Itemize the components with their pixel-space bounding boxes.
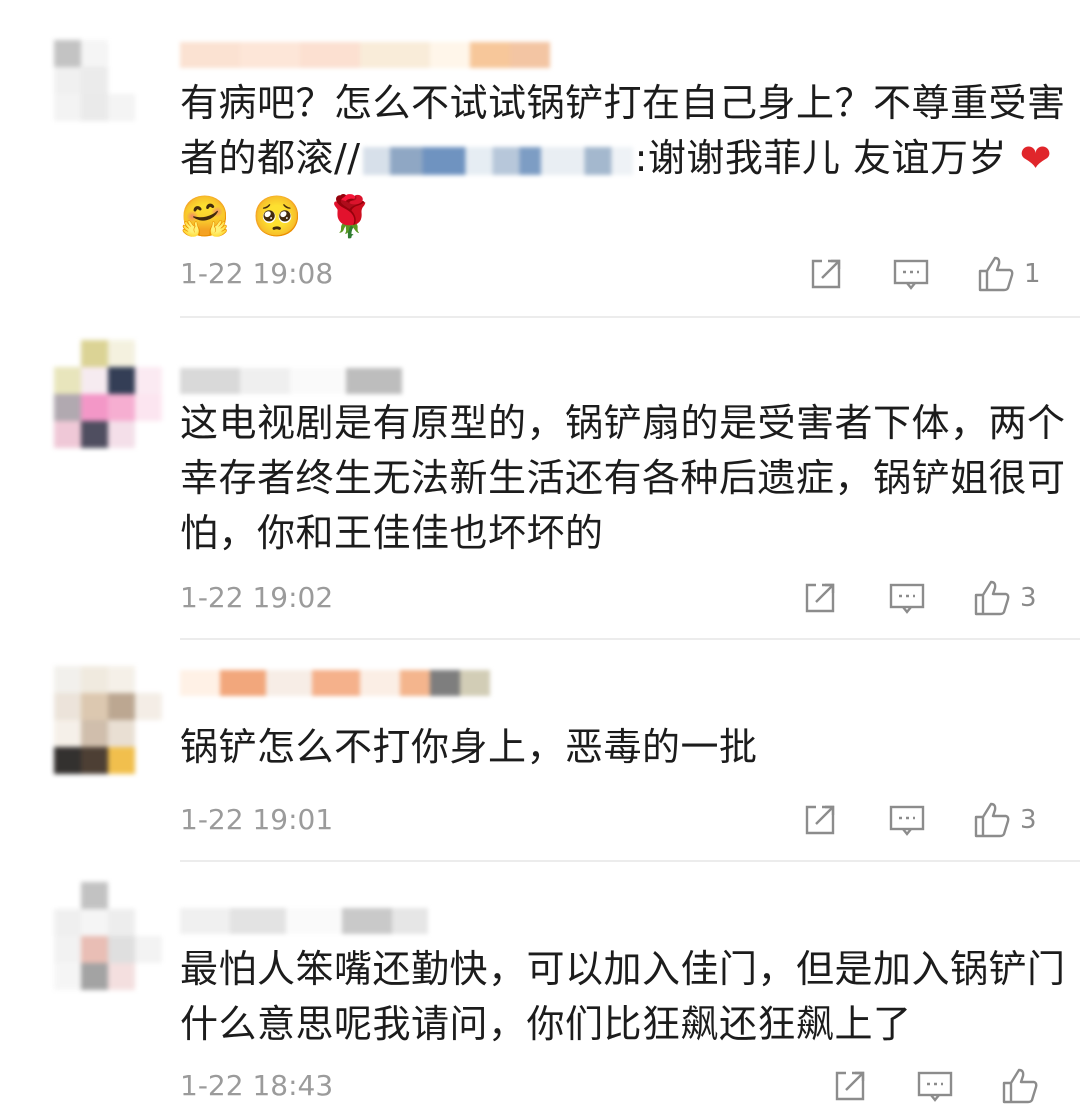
repost-prefix: 者的都滚//	[180, 136, 361, 180]
share-icon	[805, 805, 835, 835]
share-button[interactable]	[802, 800, 838, 840]
rose-emoji-icon: 🌹	[324, 194, 375, 240]
comment-button[interactable]	[916, 1066, 954, 1106]
comment-text-line: 有病吧？怎么不试试锅铲打在自己身上？不尊重受害	[180, 81, 1066, 125]
like-count: 3	[1020, 583, 1037, 613]
like-button[interactable]: 3	[972, 800, 1037, 840]
comment-text: 最怕人笨嘴还勤快，可以加入佳门，但是加入锅铲门 什么意思呢我请问，你们比狂飙还狂…	[180, 942, 1066, 1052]
username[interactable]	[180, 670, 490, 696]
comment-item: 这电视剧是有原型的，锅铲扇的是受害者下体，两个 幸存者终生无法新生活还有各种后遗…	[0, 318, 1080, 640]
comment-text-line: 者的都滚// :谢谢我菲儿 友谊万岁 ❤	[180, 131, 1060, 186]
hug-emoji-icon: 🤗	[180, 194, 231, 240]
comment-icon	[889, 805, 925, 836]
comment-text: 有病吧？怎么不试试锅铲打在自己身上？不尊重受害 者的都滚// :谢谢我菲儿 友谊万…	[180, 76, 1066, 242]
comment-meta: 1-22 19:01 3	[180, 800, 1050, 840]
username[interactable]	[180, 368, 402, 394]
repost-text: :谢谢我菲儿 友谊万岁	[634, 136, 1007, 180]
avatar[interactable]	[54, 882, 162, 990]
timestamp: 1-22 19:01	[180, 803, 334, 836]
avatar[interactable]	[54, 340, 162, 448]
like-button[interactable]	[1000, 1066, 1048, 1106]
timestamp: 1-22 18:43	[180, 1069, 334, 1102]
comment-text: 这电视剧是有原型的，锅铲扇的是受害者下体，两个 幸存者终生无法新生活还有各种后遗…	[180, 396, 1066, 561]
comment-text-line: 锅铲怎么不打你身上，恶毒的一批	[180, 725, 758, 769]
username[interactable]	[180, 908, 428, 934]
share-button[interactable]	[802, 578, 838, 618]
comment-meta: 1-22 19:02 3	[180, 578, 1050, 618]
share-button[interactable]	[832, 1066, 868, 1106]
avatar[interactable]	[54, 40, 162, 148]
comment-item: 锅铲怎么不打你身上，恶毒的一批 1-22 19:01 3	[0, 640, 1080, 862]
share-icon	[805, 583, 835, 613]
comment-text-line: 幸存者终生无法新生活还有各种后遗症，锅铲姐很可	[180, 456, 1066, 500]
comment-text-line: 这电视剧是有原型的，锅铲扇的是受害者下体，两个	[180, 401, 1066, 445]
avatar[interactable]	[54, 666, 162, 774]
share-icon	[811, 259, 841, 289]
thumbs-up-icon	[1002, 1068, 1038, 1104]
comment-button[interactable]	[892, 254, 930, 294]
share-icon	[835, 1071, 865, 1101]
comment-item: 最怕人笨嘴还勤快，可以加入佳门，但是加入锅铲门 什么意思呢我请问，你们比狂飙还狂…	[0, 862, 1080, 1104]
comment-text: 锅铲怎么不打你身上，恶毒的一批	[180, 720, 1060, 775]
like-count: 1	[1024, 259, 1041, 289]
comment-button[interactable]	[888, 800, 926, 840]
heart-icon: ❤	[1019, 136, 1052, 180]
emoji-row: 🤗 🥺 🌹	[180, 192, 1060, 242]
thumbs-up-icon	[974, 802, 1010, 838]
like-button[interactable]: 3	[972, 578, 1037, 618]
timestamp: 1-22 19:02	[180, 581, 334, 614]
redacted-username	[362, 146, 633, 175]
comment-item: 有病吧？怎么不试试锅铲打在自己身上？不尊重受害 者的都滚// :谢谢我菲儿 友谊万…	[0, 0, 1080, 318]
comment-text-line: 什么意思呢我请问，你们比狂飙还狂飙上了	[180, 1002, 912, 1046]
comment-text-line: 怕，你和王佳佳也坏坏的	[180, 511, 604, 555]
timestamp: 1-22 19:08	[180, 257, 334, 290]
comment-icon	[917, 1071, 953, 1102]
comment-icon	[893, 259, 929, 290]
thumbs-up-icon	[978, 256, 1014, 292]
comment-meta: 1-22 19:08 1	[180, 254, 1050, 294]
comment-meta: 1-22 18:43	[180, 1066, 1050, 1106]
comment-text-line: 最怕人笨嘴还勤快，可以加入佳门，但是加入锅铲门	[180, 947, 1066, 991]
thumbs-up-icon	[974, 580, 1010, 616]
username[interactable]	[180, 42, 550, 68]
comment-icon	[889, 583, 925, 614]
pleading-face-emoji-icon: 🥺	[252, 194, 303, 240]
share-button[interactable]	[808, 254, 844, 294]
like-button[interactable]: 1	[976, 254, 1041, 294]
like-count: 3	[1020, 805, 1037, 835]
comment-button[interactable]	[888, 578, 926, 618]
